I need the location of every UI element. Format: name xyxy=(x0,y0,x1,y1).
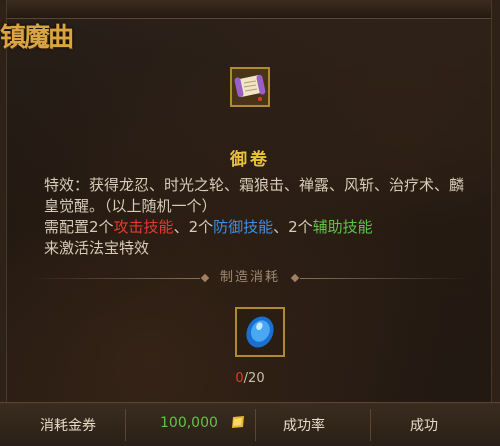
cost-label: 消耗金券 xyxy=(40,418,96,434)
panel-top-border xyxy=(0,0,500,19)
cost-bar-separator-2 xyxy=(255,409,256,441)
blue-gem-icon xyxy=(237,309,283,355)
game-logo: 镇魔曲 xyxy=(0,23,74,53)
material-count: 0/20 xyxy=(0,371,500,386)
attack-skill-label: 攻击技能 xyxy=(113,218,174,236)
divider-line-left xyxy=(30,278,200,279)
divider-line-right xyxy=(300,278,470,279)
material-slot[interactable] xyxy=(235,307,285,357)
divider-diamond-right xyxy=(290,273,300,283)
gold-ticket-icon xyxy=(232,416,244,428)
cost-bar: 消耗金券 100,000 成功率 成功 xyxy=(0,402,500,446)
effect-text: 特效：获得龙忍、时光之轮、霜狼击、禅露、风斩、治疗术、麟皇觉醒。（以上随机一个） xyxy=(44,176,465,215)
scroll-icon xyxy=(232,69,268,105)
requirement-suffix: 来激活法宝特效 xyxy=(44,239,150,257)
cost-bar-separator-3 xyxy=(370,409,371,441)
success-rate-value: 成功 xyxy=(410,418,438,434)
crafting-cost-label: 制造消耗 xyxy=(219,270,280,285)
item-name: 御卷 xyxy=(230,150,270,170)
material-required: /20 xyxy=(243,371,265,386)
cost-bar-separator-1 xyxy=(125,409,126,441)
requirement-sep-1: 、2个 xyxy=(173,218,214,236)
requirement-line: 需配置2个攻击技能、2个防御技能、2个辅助技能 xyxy=(44,217,474,238)
defense-skill-label: 防御技能 xyxy=(213,218,274,236)
support-skill-label: 辅助技能 xyxy=(312,218,373,236)
item-detail-panel: 镇魔曲 御卷 特效：获得龙忍、时光之轮、霜狼击、禅露、风斩、治疗术、麟皇觉醒。（… xyxy=(0,0,500,446)
crafting-cost-divider: 制造消耗 xyxy=(30,268,470,288)
item-description: 特效：获得龙忍、时光之轮、霜狼击、禅露、风斩、治疗术、麟皇觉醒。（以上随机一个）… xyxy=(44,175,474,259)
material-owned: 0 xyxy=(235,371,244,386)
cost-value: 100,000 xyxy=(160,415,218,431)
divider-diamond-left xyxy=(200,273,210,283)
requirement-sep-2: 、2个 xyxy=(273,218,313,236)
requirement-prefix: 需配置2个 xyxy=(44,218,114,236)
item-slot[interactable] xyxy=(230,67,270,107)
success-rate-label: 成功率 xyxy=(283,418,325,434)
